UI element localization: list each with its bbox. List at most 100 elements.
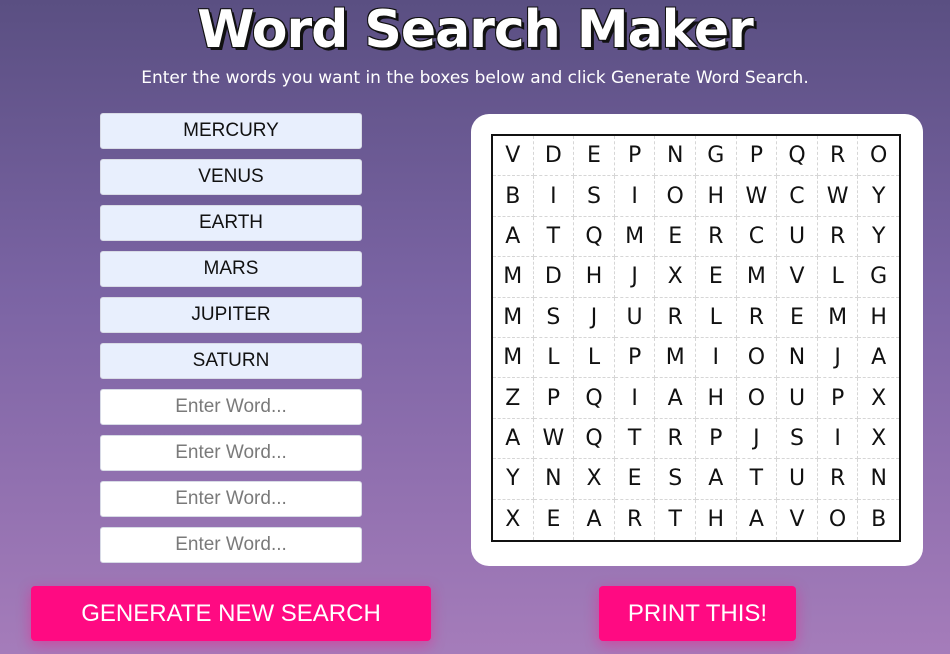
word-input-9[interactable] [100, 481, 362, 517]
word-input-7[interactable] [100, 389, 362, 425]
grid-cell: I [614, 176, 656, 217]
grid-cell: O [736, 338, 778, 379]
grid-cell: B [493, 176, 534, 217]
grid-cell: R [736, 297, 778, 338]
grid-cell: M [736, 257, 778, 298]
grid-cell: X [655, 257, 696, 298]
grid-cell: H [695, 378, 737, 419]
grid-cell: A [493, 216, 534, 258]
grid-cell: A [655, 378, 696, 419]
grid-cell: W [817, 176, 859, 217]
grid-cell: E [695, 257, 737, 298]
grid-cell: Y [858, 217, 899, 258]
grid-cell: P [533, 378, 575, 419]
grid-cell: L [695, 297, 737, 338]
grid-cell: Q [574, 216, 615, 258]
letter-grid: VDEPNGPQROBISIOHWCWYATQMERCURYMDHJXEMVLG… [491, 134, 901, 542]
grid-cell: M [493, 297, 534, 338]
grid-cell: O [818, 499, 859, 540]
grid-cell: A [574, 499, 615, 540]
word-input-8[interactable] [100, 435, 362, 471]
grid-cell: U [777, 378, 818, 419]
grid-cell: P [614, 136, 656, 177]
grid-cell: T [533, 216, 575, 258]
grid-cell: J [817, 338, 859, 379]
grid-cell: A [695, 459, 737, 500]
grid-cell: I [533, 176, 575, 217]
grid-cell: Y [493, 459, 534, 500]
grid-cell: W [736, 176, 778, 217]
grid-cell: R [615, 499, 656, 540]
grid-cell: U [614, 297, 656, 338]
grid-cell: G [858, 257, 899, 298]
grid-cell: S [574, 176, 615, 217]
grid-cell: G [695, 136, 737, 177]
page-title: Word Search Maker [197, 0, 754, 60]
grid-cell: H [695, 176, 737, 217]
word-input-5[interactable] [100, 297, 362, 333]
print-button[interactable]: PRINT THIS! [599, 586, 796, 641]
grid-cell: M [655, 338, 696, 379]
word-input-list [100, 113, 362, 573]
word-input-2[interactable] [100, 159, 362, 195]
grid-cell: S [533, 297, 575, 338]
grid-cell: A [493, 418, 534, 460]
grid-cell: S [655, 459, 696, 500]
grid-cell: X [574, 459, 615, 500]
generate-new-search-button[interactable]: GENERATE NEW SEARCH [31, 586, 431, 641]
word-input-1[interactable] [100, 113, 362, 149]
grid-cell: H [574, 257, 615, 298]
puzzle-card: VDEPNGPQROBISIOHWCWYATQMERCURYMDHJXEMVLG… [471, 114, 923, 566]
grid-cell: I [695, 338, 737, 379]
grid-cell: P [695, 418, 737, 460]
grid-cell: H [858, 298, 899, 338]
grid-cell: R [817, 459, 859, 500]
grid-cell: Q [574, 418, 615, 460]
grid-cell: J [736, 418, 778, 460]
grid-cell: M [493, 257, 534, 298]
word-input-4[interactable] [100, 251, 362, 287]
grid-cell: B [871, 507, 887, 533]
word-input-6[interactable] [100, 343, 362, 379]
grid-cell: J [614, 257, 656, 298]
grid-cell: E [534, 499, 575, 540]
grid-cell: V [777, 499, 818, 540]
grid-cell: R [655, 418, 696, 460]
grid-cell: M [614, 216, 656, 258]
grid-cell: N [655, 136, 696, 177]
grid-cell: E [574, 136, 615, 177]
grid-cell: L [817, 257, 859, 298]
word-input-3[interactable] [100, 205, 362, 241]
grid-cell: R [695, 216, 737, 258]
grid-cell: U [777, 459, 818, 500]
grid-cell: A [737, 499, 778, 540]
grid-cell: C [736, 216, 778, 258]
grid-cell: P [817, 378, 859, 419]
grid-cell: N [533, 459, 575, 500]
grid-cell: L [533, 338, 575, 379]
grid-cell: R [655, 297, 696, 338]
grid-cell: D [533, 257, 575, 298]
grid-cell: V [777, 257, 818, 298]
grid-cell: N [858, 459, 899, 500]
grid-cell: E [614, 459, 656, 500]
grid-cell: T [736, 459, 778, 500]
grid-cell: X [858, 419, 899, 460]
grid-cell: U [777, 216, 818, 258]
grid-cell: J [574, 297, 615, 338]
grid-cell: P [614, 338, 656, 379]
page-subtitle: Enter the words you want in the boxes be… [141, 68, 809, 88]
grid-cell: N [777, 338, 818, 379]
grid-cell: O [655, 176, 696, 217]
grid-cell: X [493, 499, 534, 540]
grid-cell: D [533, 136, 575, 177]
grid-cell: Q [574, 378, 615, 419]
grid-cell: W [533, 418, 575, 460]
grid-cell: V [493, 136, 534, 177]
grid-cell: C [777, 176, 818, 217]
grid-cell: S [777, 418, 818, 460]
grid-cell: M [817, 297, 859, 338]
grid-cell: R [817, 216, 859, 258]
word-input-10[interactable] [100, 527, 362, 563]
grid-cell: R [817, 136, 859, 177]
